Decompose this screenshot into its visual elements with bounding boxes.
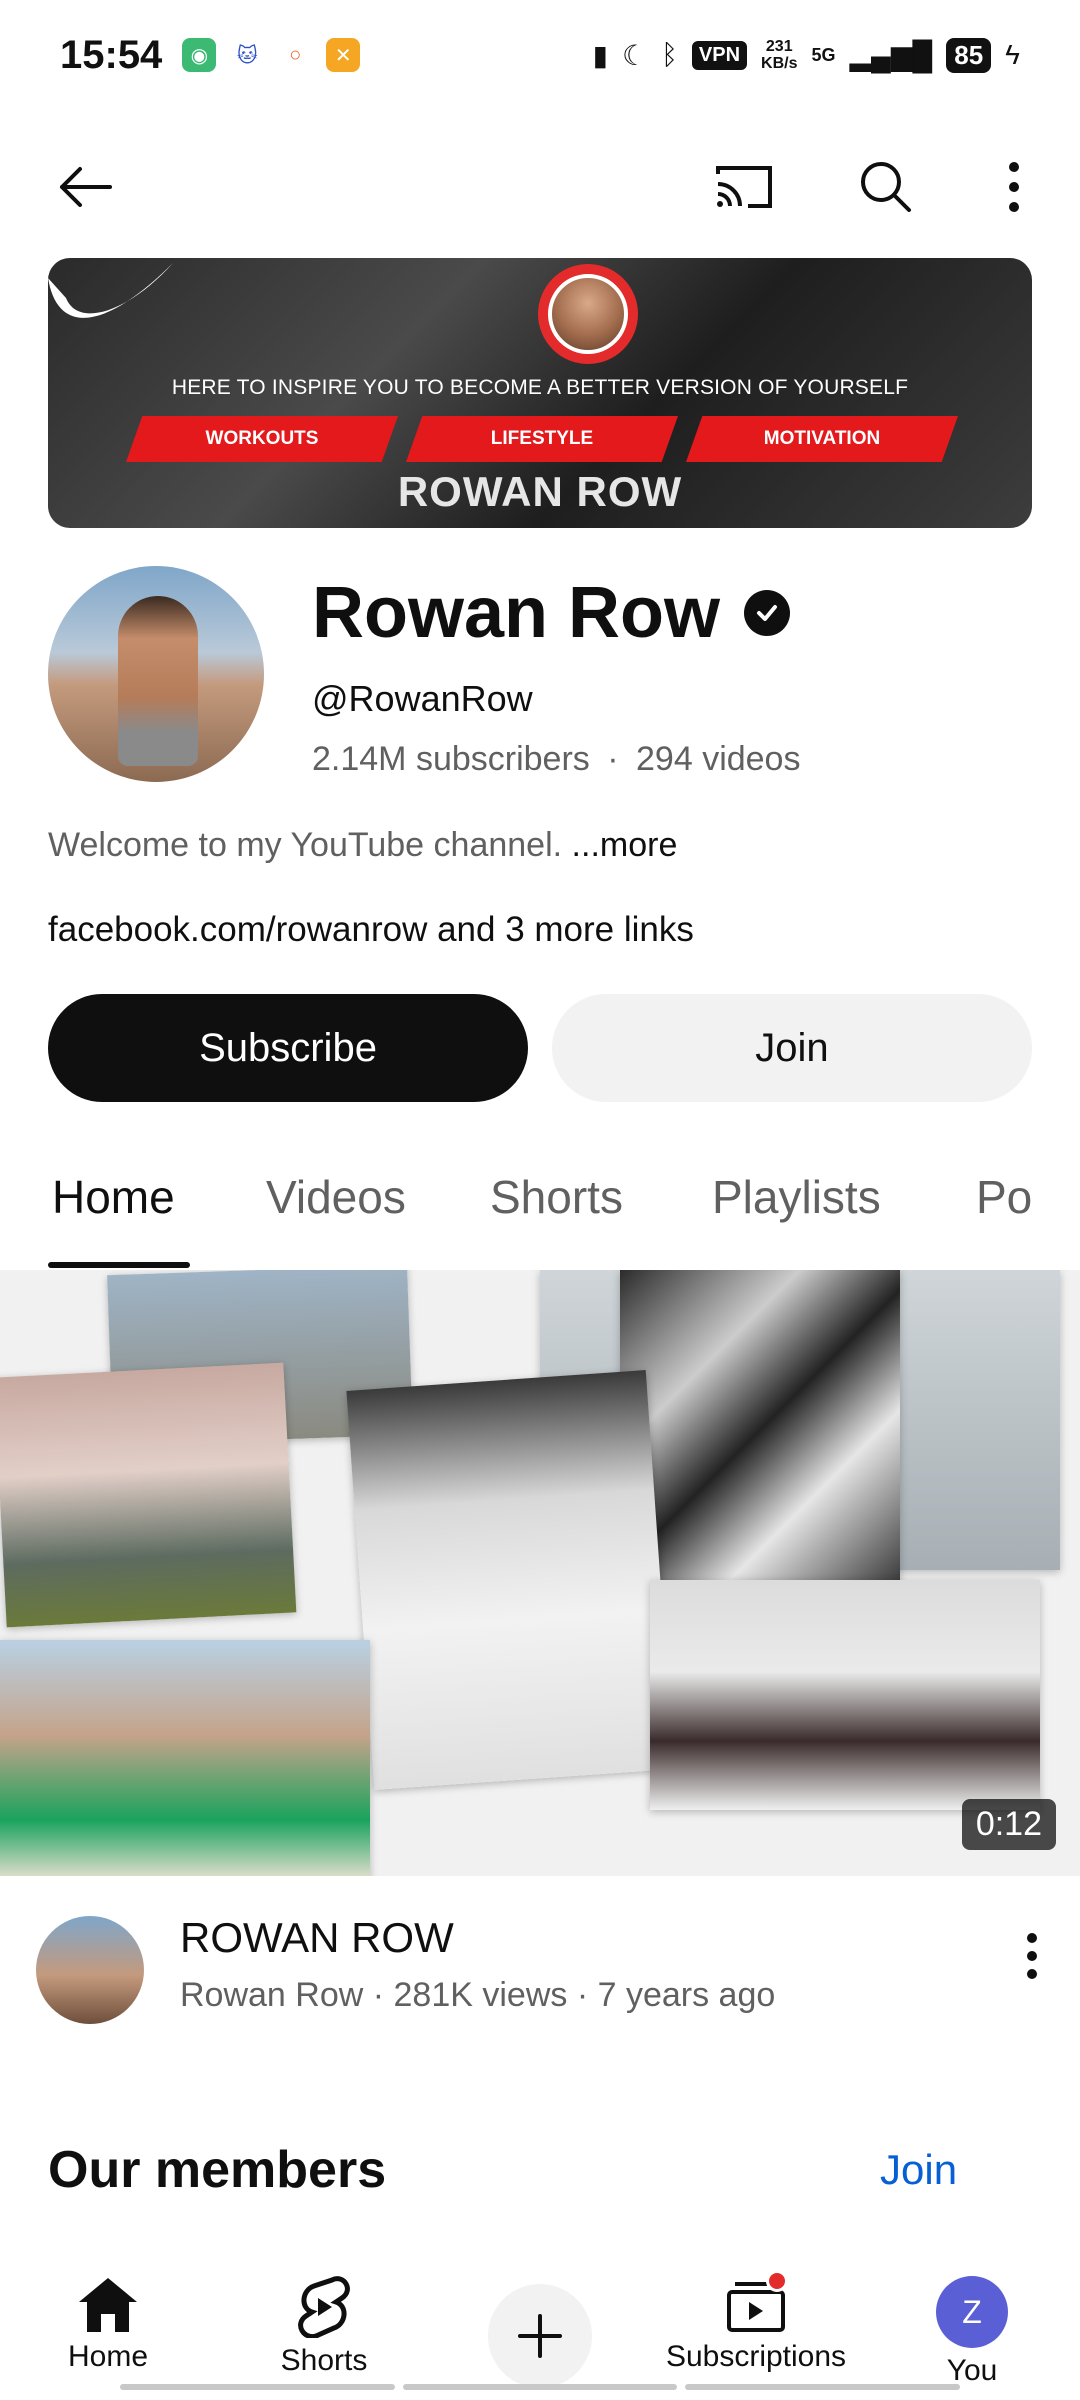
bottom-navigation: Home Shorts Subscriptions Z You	[0, 2240, 1080, 2400]
banner-tagline: HERE TO INSPIRE YOU TO BECOME A BETTER V…	[171, 376, 909, 399]
channel-name-row: Rowan Row	[312, 572, 790, 654]
status-app-icons: ◉ 🐱 ○ ✕	[182, 38, 361, 72]
status-bar: 15:54 ◉ 🐱 ○ ✕ ▮ ☾ ᛒ VPN 231 KB/s 5G ▂▄▆█ …	[0, 0, 1080, 110]
swoosh-logo-icon	[48, 263, 173, 318]
dnd-moon-icon: ☾	[621, 39, 648, 71]
channel-handle[interactable]: @RowanRow	[312, 678, 533, 720]
featured-video[interactable]: 0:12	[0, 1270, 1080, 1876]
tab-videos[interactable]: Videos	[266, 1170, 406, 1250]
plus-icon	[518, 2314, 562, 2358]
vibrate-icon: ▮	[592, 39, 608, 71]
tools-app-icon: ✕	[326, 38, 361, 72]
video-collage-photo	[650, 1580, 1040, 1810]
video-collage-photo	[0, 1640, 370, 1876]
notification-dot	[766, 2270, 788, 2292]
create-button[interactable]	[488, 2284, 592, 2388]
description-text: Welcome to my YouTube channel.	[48, 826, 563, 864]
banner-avatar	[538, 264, 638, 364]
description-more-link[interactable]: ...more	[572, 826, 678, 864]
channel-description[interactable]: Welcome to my YouTube channel. ...more	[48, 826, 677, 865]
search-icon	[861, 162, 911, 212]
bluetooth-icon: ᛒ	[661, 39, 678, 70]
battery-level: 85	[946, 37, 992, 73]
channel-stats: 2.14M subscribers · 294 videos	[312, 740, 800, 779]
tab-home[interactable]: Home	[52, 1170, 175, 1250]
nav-you[interactable]: Z You	[872, 2276, 1072, 2388]
channel-tabs: Home Videos Shorts Playlists Po	[0, 1150, 1080, 1272]
stats-separator: ·	[607, 740, 619, 778]
channel-banner[interactable]: HERE TO INSPIRE YOU TO BECOME A BETTER V…	[48, 258, 1032, 528]
channel-name: Rowan Row	[312, 573, 720, 653]
cat-app-icon: 🐱	[230, 38, 265, 72]
tab-playlists[interactable]: Playlists	[712, 1170, 881, 1250]
members-join-link[interactable]: Join	[880, 2146, 957, 2194]
video-channel-avatar[interactable]	[36, 1916, 144, 2024]
nav-shorts-label: Shorts	[280, 2344, 368, 2377]
video-collage-photo	[0, 1362, 297, 1628]
banner-pill-workouts: WORKOUTS	[126, 416, 398, 462]
more-vertical-icon	[1027, 1933, 1037, 1979]
circle-app-icon: ○	[278, 38, 313, 72]
search-button[interactable]	[854, 155, 918, 219]
channel-avatar[interactable]	[48, 566, 264, 782]
banner-pill-lifestyle: LIFESTYLE	[406, 416, 678, 462]
home-icon	[79, 2278, 137, 2332]
tab-posts[interactable]: Po	[976, 1170, 1032, 1250]
video-subtitle: Rowan Row · 281K views · 7 years ago	[180, 1976, 776, 2014]
top-bar	[0, 140, 1080, 230]
banner-pill-motivation: MOTIVATION	[686, 416, 958, 462]
video-more-button[interactable]	[1008, 1924, 1056, 1988]
cast-icon	[716, 166, 772, 208]
network-speed: 231 KB/s	[761, 38, 798, 72]
app-notification-icon: ◉	[182, 38, 217, 72]
status-time: 15:54	[60, 32, 163, 77]
active-tab-indicator	[48, 1262, 190, 1268]
network-type: 5G	[811, 44, 836, 65]
channel-links[interactable]: facebook.com/rowanrow and 3 more links	[48, 910, 694, 950]
video-title[interactable]: ROWAN ROW	[180, 1914, 454, 1962]
vpn-badge: VPN	[691, 40, 748, 70]
video-meta[interactable]: ROWAN ROW Rowan Row · 281K views · 7 yea…	[0, 1876, 1080, 2024]
tab-shorts[interactable]: Shorts	[490, 1170, 623, 1250]
shorts-icon	[298, 2276, 350, 2338]
nav-you-label: You	[946, 2354, 998, 2387]
status-right: ▮ ☾ ᛒ VPN 231 KB/s 5G ▂▄▆█ 85 ϟ	[592, 37, 1020, 73]
nav-home-label: Home	[67, 2340, 149, 2373]
nav-subscriptions-label: Subscriptions	[665, 2340, 847, 2373]
arrow-left-icon	[60, 167, 112, 207]
back-button[interactable]	[52, 155, 116, 219]
banner-channel-name: ROWAN ROW	[397, 468, 683, 515]
more-options-button[interactable]	[982, 155, 1046, 219]
cast-button[interactable]	[712, 155, 776, 219]
nav-shorts[interactable]: Shorts	[224, 2276, 424, 2378]
more-vertical-icon	[1009, 162, 1019, 212]
join-button[interactable]: Join	[552, 994, 1032, 1102]
gesture-bar	[120, 2384, 961, 2390]
nav-subscriptions[interactable]: Subscriptions	[656, 2270, 856, 2374]
members-section-title: Our members	[48, 2141, 387, 2199]
nav-home[interactable]: Home	[8, 2276, 208, 2374]
user-avatar: Z	[936, 2276, 1008, 2348]
video-duration: 0:12	[961, 1799, 1056, 1850]
charging-icon: ϟ	[1005, 39, 1020, 70]
banner-pills: WORKOUTS LIFESTYLE MOTIVATION	[126, 416, 966, 462]
video-count: 294 videos	[636, 740, 801, 778]
video-collage-photo	[620, 1270, 900, 1590]
subscriber-count: 2.14M subscribers	[312, 740, 590, 778]
signal-icon: ▂▄▆█	[849, 39, 933, 71]
video-collage-photo	[346, 1370, 674, 1790]
verified-check-icon	[744, 590, 790, 636]
subscribe-button[interactable]: Subscribe	[48, 994, 528, 1102]
